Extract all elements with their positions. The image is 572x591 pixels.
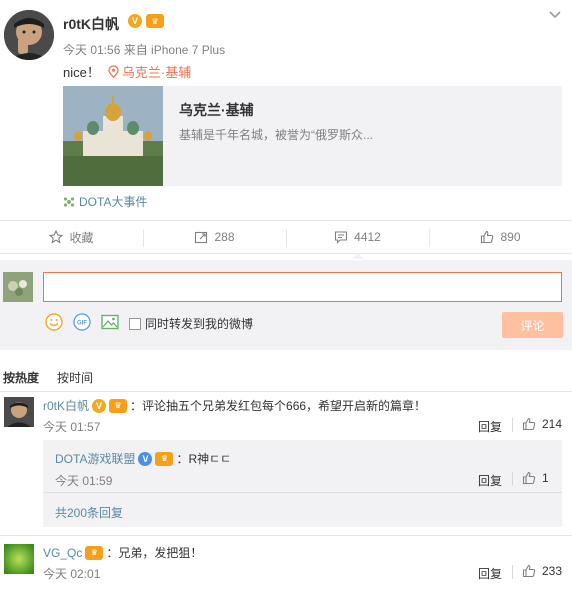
comment-like-button[interactable]: 233 <box>522 564 562 578</box>
divider <box>0 391 572 392</box>
divider <box>512 418 513 432</box>
divider <box>512 472 513 486</box>
comment-body: r0tK白帆 V ♛ ：评论抽五个兄弟发红包每个666，希望开启新的篇章！ <box>43 397 426 414</box>
comment-composer: GIF 同时转发到我的微博 评论 <box>0 260 572 350</box>
comment-time: 今天 01:57 <box>43 420 101 434</box>
repost-option-label: 同时转发到我的微博 <box>145 317 254 331</box>
comment-avatar[interactable] <box>4 397 34 427</box>
card-title: 乌克兰·基辅 <box>179 102 254 118</box>
thumbs-up-icon <box>522 417 536 431</box>
post-content: nice！ 乌克兰·基辅 <box>63 62 191 81</box>
author-avatar[interactable] <box>4 10 54 60</box>
post-meta: 今天 01:56 来自 iPhone 7 Plus <box>63 41 225 58</box>
topic-label: DOTA大事件 <box>79 195 148 209</box>
view-all-replies-link[interactable]: 共200条回复 <box>55 504 123 521</box>
location-label: 乌克兰·基辅 <box>121 65 192 80</box>
svg-text:GIF: GIF <box>77 321 87 327</box>
repost-checkbox-option[interactable]: 同时转发到我的微博 <box>129 315 253 332</box>
verified-icon: V <box>128 14 142 28</box>
favorite-button[interactable]: 收藏 <box>0 221 143 253</box>
emoji-icon[interactable] <box>44 312 64 332</box>
vip-icon: ♛ <box>146 14 164 28</box>
comment-avatar[interactable] <box>4 544 34 574</box>
post-time[interactable]: 今天 01:56 <box>63 43 120 57</box>
like-button[interactable]: 890 <box>429 221 572 253</box>
sub-reply-box: DOTA游戏联盟 V ♛ ：R神ㄷㄷ 今天 01:59 回复 1 共200条回复 <box>43 440 562 527</box>
location-link[interactable]: 乌克兰·基辅 <box>108 62 191 81</box>
image-icon[interactable] <box>100 312 120 332</box>
sub-reply-body: DOTA游戏联盟 V ♛ ：R神ㄷㄷ <box>55 450 231 467</box>
comment-button[interactable]: 4412 <box>286 221 429 259</box>
sub-like-button[interactable]: 1 <box>522 471 549 485</box>
divider <box>512 565 513 579</box>
topic-icon <box>63 196 75 207</box>
author-badges: V ♛ <box>128 14 164 28</box>
reply-button[interactable]: 回复 <box>478 565 502 582</box>
kyiv-cathedral-image <box>63 86 163 186</box>
my-avatar[interactable] <box>3 272 33 302</box>
comment-body: VG_Qc ♛ ：兄弟，发把狙！ <box>43 544 202 561</box>
star-icon <box>49 230 64 244</box>
repost-button[interactable]: 288 <box>143 221 286 253</box>
comment-icon <box>335 231 348 244</box>
comment-sort: 按热度 按时间 <box>3 369 93 386</box>
weibo-post: r0tK白帆 V ♛ 今天 01:56 来自 iPhone 7 Plus nic… <box>0 0 572 220</box>
thumbs-up-icon <box>522 564 536 578</box>
comment-time: 今天 02:01 <box>43 567 101 581</box>
favorite-label: 收藏 <box>69 230 94 245</box>
thumbs-up-icon <box>522 471 536 485</box>
divider <box>43 492 562 493</box>
comment-like-count: 233 <box>542 564 563 578</box>
sub-replier-name[interactable]: DOTA游戏联盟 <box>55 450 135 467</box>
vip-icon: ♛ <box>155 451 174 466</box>
sort-by-hot[interactable]: 按热度 <box>3 369 39 386</box>
divider <box>0 535 572 536</box>
vip-icon: ♛ <box>85 545 104 560</box>
author-name[interactable]: r0tK白帆 <box>63 14 119 34</box>
comment-input[interactable] <box>43 272 562 302</box>
repost-icon <box>195 231 208 244</box>
commenter-name[interactable]: VG_Qc <box>43 546 82 560</box>
location-card[interactable]: 乌克兰·基辅 基辅是千年名城，被誉为“俄罗斯众... <box>63 86 562 186</box>
reply-button[interactable]: 回复 <box>478 418 502 435</box>
comment-like-count: 214 <box>542 417 563 431</box>
post-text: nice！ <box>63 65 100 80</box>
action-bar: 收藏 288 4412 890 <box>0 220 572 259</box>
like-count: 890 <box>500 230 521 244</box>
sort-by-time[interactable]: 按时间 <box>57 369 93 386</box>
thumbs-up-icon <box>481 230 494 244</box>
comment-like-button[interactable]: 214 <box>522 417 562 431</box>
comment-text: ：评论抽五个兄弟发红包每个666，希望开启新的篇章！ <box>130 399 427 413</box>
gif-icon[interactable]: GIF <box>72 312 92 332</box>
sub-reply-text: ：R神ㄷㄷ <box>176 452 232 466</box>
location-pin-icon <box>108 65 119 78</box>
commenter-name[interactable]: r0tK白帆 <box>43 397 89 414</box>
comment-count: 4412 <box>354 230 381 244</box>
composer-tools: GIF <box>44 312 120 332</box>
vip-icon: ♛ <box>109 398 128 413</box>
card-description: 基辅是千年名城，被誉为“俄罗斯众... <box>179 128 373 142</box>
topic-link[interactable]: DOTA大事件 <box>63 193 147 210</box>
repost-count: 288 <box>214 230 235 244</box>
post-source: 来自 iPhone 7 Plus <box>123 43 226 57</box>
verified-icon: V <box>138 451 153 466</box>
sub-reply-time: 今天 01:59 <box>55 474 113 488</box>
comment-text: ：兄弟，发把狙！ <box>106 546 203 560</box>
submit-comment-button[interactable]: 评论 <box>502 312 563 338</box>
sub-reply-button[interactable]: 回复 <box>478 472 502 489</box>
repost-checkbox[interactable] <box>129 317 141 330</box>
chevron-down-icon[interactable] <box>548 8 562 22</box>
verified-icon: V <box>92 398 107 413</box>
sub-like-count: 1 <box>542 471 549 485</box>
